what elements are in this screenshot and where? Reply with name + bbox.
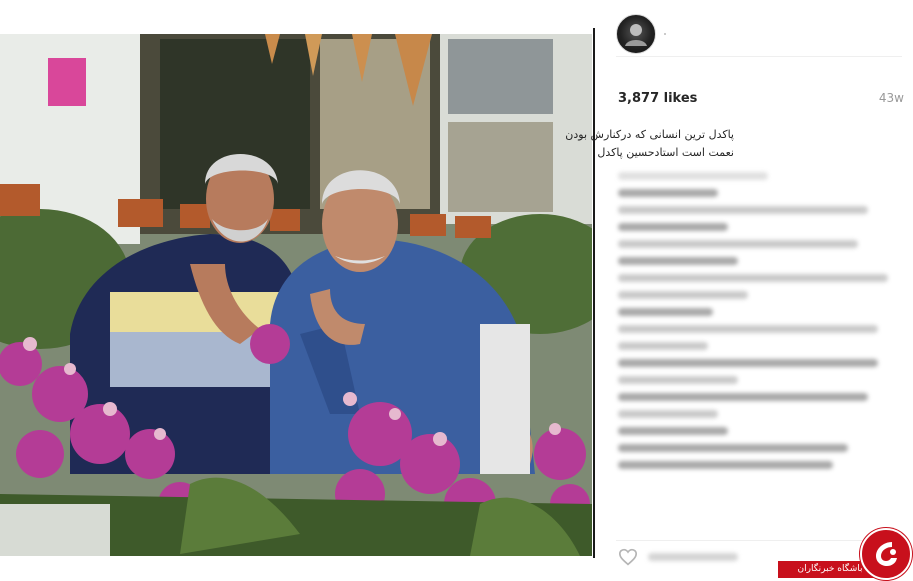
profile-avatar[interactable] [616, 14, 656, 54]
avatar-icon [625, 24, 647, 46]
header-separator [664, 33, 666, 35]
comment-username[interactable] [618, 308, 713, 316]
news-agency-logo-icon [860, 528, 912, 580]
logo-glyph [876, 542, 897, 566]
comment-username[interactable] [618, 189, 718, 197]
comment-username[interactable] [618, 223, 728, 231]
post-photo[interactable] [0, 34, 592, 556]
caption-line-2: نعمت است استادحسین پاکدل [597, 146, 734, 159]
comment-username[interactable] [618, 257, 738, 265]
view-all-comments-link[interactable] [618, 172, 768, 180]
comment-text [618, 240, 858, 248]
comment-username[interactable] [618, 444, 848, 452]
photo-illustration [0, 34, 592, 556]
comment-username[interactable] [618, 359, 878, 367]
comment-text [618, 410, 718, 418]
comment-text [618, 274, 888, 282]
post-age[interactable]: 43w [879, 91, 904, 105]
comment-text [618, 291, 748, 299]
add-comment-input[interactable] [648, 553, 738, 561]
news-agency-watermark: باشگاه خبرنگاران [778, 528, 912, 580]
instagram-post-page: 3,877 likes 43w پاکدل ترین انسانی که درک… [0, 0, 913, 581]
comment-text [618, 206, 868, 214]
photo-divider [593, 28, 595, 558]
comment-text [618, 342, 708, 350]
caption-line-1: پاکدل ترین انسانی که درکنارش بودن [565, 128, 734, 141]
likes-count[interactable]: 3,877 likes [618, 91, 697, 106]
likes-row: 3,877 likes 43w [618, 88, 904, 108]
comment-username[interactable] [618, 427, 728, 435]
comments-list [618, 172, 904, 478]
comment-username[interactable] [618, 393, 868, 401]
heart-icon[interactable] [618, 548, 638, 566]
post-caption: پاکدل ترین انسانی که درکنارش بودن نعمت ا… [565, 126, 904, 162]
comment-text [618, 376, 738, 384]
comment-text [618, 325, 878, 333]
post-header [616, 12, 902, 57]
comment-username[interactable] [618, 461, 833, 469]
post-sidebar: 3,877 likes 43w پاکدل ترین انسانی که درک… [565, 0, 906, 581]
